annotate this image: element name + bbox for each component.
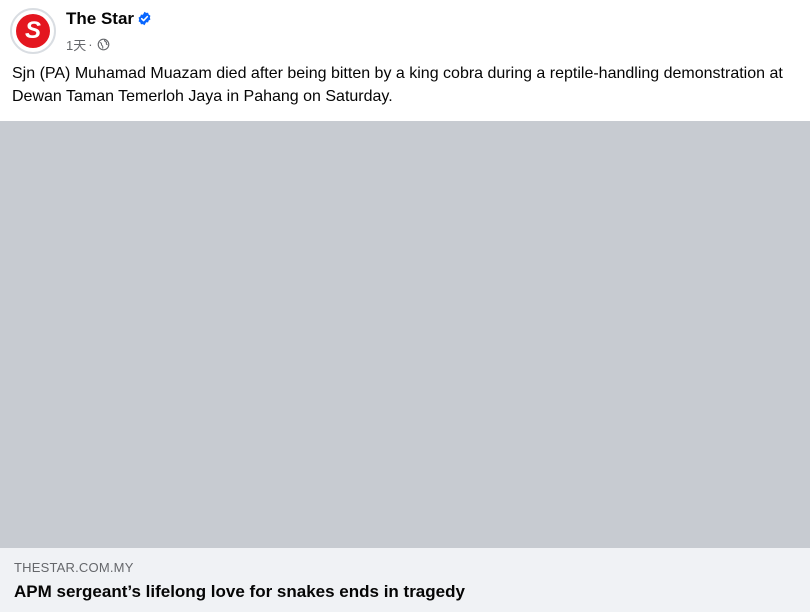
- link-title[interactable]: APM sergeant’s lifelong love for snakes …: [14, 582, 465, 602]
- page-name[interactable]: The Star: [66, 9, 134, 29]
- post-caption: Sjn (PA) Muhamad Muazam died after being…: [12, 65, 783, 105]
- post-time[interactable]: 1天: [66, 35, 86, 54]
- page-avatar[interactable]: S: [10, 8, 56, 54]
- image-placeholder: [0, 121, 810, 548]
- post-photo[interactable]: [0, 121, 810, 548]
- link-domain: THESTAR.COM.MY: [14, 560, 134, 575]
- meta-separator: ·: [88, 37, 93, 52]
- avatar-letter: S: [24, 17, 41, 44]
- post-meta: 1天 ·: [66, 35, 110, 54]
- verified-badge-icon: [138, 11, 151, 26]
- globe-icon[interactable]: [97, 38, 110, 51]
- link-preview[interactable]: THESTAR.COM.MY APM sergeant’s lifelong l…: [0, 548, 810, 612]
- post-header: S The Star 1天 ·: [0, 0, 810, 62]
